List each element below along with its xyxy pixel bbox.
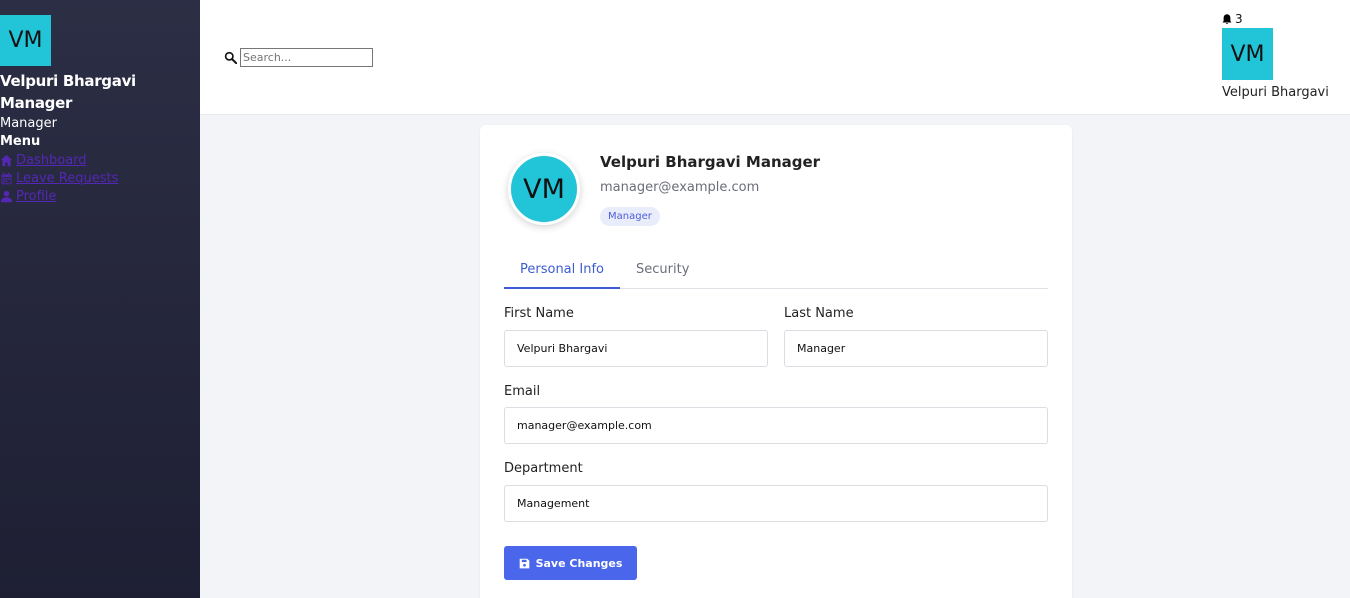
email-label: Email — [504, 384, 541, 399]
search-icon — [224, 51, 237, 64]
department-field[interactable] — [504, 485, 1048, 522]
sidebar-avatar: VM — [0, 15, 51, 66]
search-bar — [224, 48, 373, 67]
sidebar-item-leave-requests[interactable]: Leave Requests — [0, 169, 118, 187]
department-label: Department — [504, 461, 583, 476]
sidebar-item-label: Leave Requests — [16, 170, 119, 186]
tab-security[interactable]: Security — [620, 253, 705, 289]
sidebar-item-profile[interactable]: Profile — [0, 187, 118, 205]
sidebar: VM Velpuri Bhargavi Manager Manager Menu… — [0, 0, 200, 598]
sidebar-item-label: Profile — [16, 188, 57, 204]
tab-personal-info[interactable]: Personal Info — [504, 253, 620, 289]
sidebar-user-role: Manager — [0, 116, 57, 131]
header-user-name: Velpuri Bhargavi — [1222, 85, 1329, 100]
sidebar-item-label: Dashboard — [16, 152, 87, 168]
profile-card: VM Velpuri Bhargavi Manager manager@exam… — [480, 125, 1072, 598]
notification-count: 3 — [1235, 12, 1243, 26]
save-icon — [519, 558, 529, 568]
save-changes-button[interactable]: Save Changes — [504, 546, 637, 580]
sidebar-link-dashboard[interactable]: Dashboard — [0, 153, 87, 168]
sidebar-menu: Dashboard Leave Requests Profile — [0, 151, 118, 205]
user-icon — [0, 190, 13, 202]
profile-tabs: Personal Info Security — [504, 253, 1048, 289]
profile-name: Velpuri Bhargavi Manager — [600, 153, 821, 171]
first-name-field[interactable] — [504, 330, 768, 367]
sidebar-menu-title: Menu — [0, 134, 41, 149]
save-button-label: Save Changes — [535, 556, 623, 570]
sidebar-link-profile[interactable]: Profile — [0, 189, 56, 204]
sidebar-user-name: Velpuri Bhargavi Manager — [0, 72, 136, 112]
role-badge: Manager — [600, 207, 660, 226]
top-header: 3 VM Velpuri Bhargavi — [200, 0, 1350, 115]
calendar-icon — [1, 172, 12, 184]
header-avatar[interactable]: VM — [1222, 28, 1273, 80]
bell-icon — [1222, 13, 1232, 24]
sidebar-item-dashboard[interactable]: Dashboard — [0, 151, 118, 169]
home-icon — [0, 154, 13, 166]
email-field[interactable] — [504, 407, 1048, 444]
profile-email: manager@example.com — [600, 180, 760, 195]
search-input[interactable] — [240, 48, 373, 67]
last-name-label: Last Name — [784, 306, 854, 321]
profile-avatar: VM — [508, 153, 580, 225]
sidebar-link-leave-requests[interactable]: Leave Requests — [0, 171, 118, 186]
last-name-field[interactable] — [784, 330, 1048, 367]
notification-bell[interactable]: 3 — [1221, 12, 1243, 26]
first-name-label: First Name — [504, 306, 574, 321]
